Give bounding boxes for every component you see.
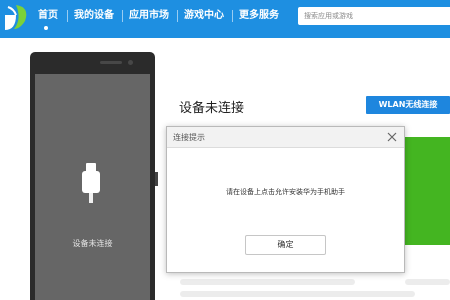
nav-item-my-devices[interactable]: 我的设备 [74, 9, 114, 23]
confirm-button[interactable]: 确定 [245, 235, 326, 255]
search-input[interactable] [298, 7, 450, 25]
phone-status-label: 设备未连接 [72, 239, 113, 248]
connection-status-title: 设备未连接 [179, 101, 245, 116]
dialog-header: 连接提示 [167, 127, 404, 148]
placeholder-bar [405, 279, 450, 285]
connection-prompt-dialog: 连接提示 请在设备上点击允许安装华为手机助手 确定 [166, 126, 405, 273]
placeholder-bar [180, 291, 415, 297]
usb-plug-icon [82, 163, 100, 203]
nav-divider [177, 10, 178, 22]
wlan-connect-button[interactable]: WLAN无线连接 [366, 96, 450, 114]
nav-active-indicator [44, 26, 48, 30]
phone-camera [128, 60, 133, 65]
nav-divider [232, 10, 233, 22]
top-nav-bar: 首页 我的设备 应用市场 游戏中心 更多服务 [0, 0, 450, 38]
promo-card [403, 137, 450, 245]
nav-item-more-services[interactable]: 更多服务 [239, 9, 279, 23]
nav-item-home[interactable]: 首页 [38, 9, 58, 23]
nav-divider [122, 10, 123, 22]
nav-divider [67, 10, 68, 22]
dialog-title: 连接提示 [173, 133, 205, 142]
dialog-message: 请在设备上点击允许安装华为手机助手 [226, 188, 345, 196]
nav-item-app-market[interactable]: 应用市场 [129, 9, 169, 23]
close-icon[interactable] [385, 130, 399, 144]
nav-item-game-center[interactable]: 游戏中心 [184, 9, 224, 23]
phone-speaker [100, 61, 122, 64]
app-logo-icon[interactable] [2, 1, 34, 33]
phone-side-button [155, 172, 158, 186]
placeholder-bar [180, 279, 355, 285]
